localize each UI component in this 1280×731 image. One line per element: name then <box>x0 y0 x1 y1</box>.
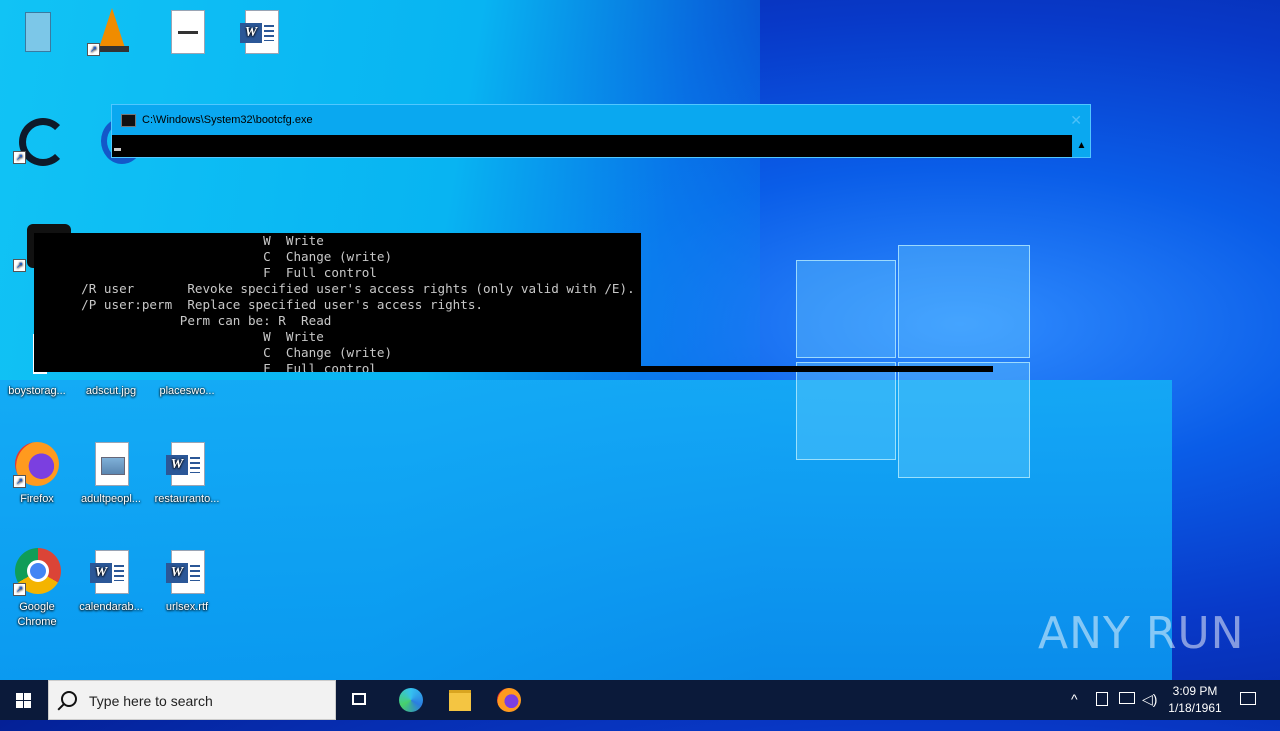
network-icon[interactable] <box>1119 692 1135 704</box>
console-app-icon <box>121 114 136 127</box>
start-button[interactable] <box>0 680 48 720</box>
desktop-icon-adultpeopl[interactable]: adultpeopl... <box>74 440 148 507</box>
desktop-icon-ccleaner[interactable]: ↗ <box>0 116 74 168</box>
network-settings-icon[interactable] <box>1096 692 1108 706</box>
window-title: C:\Windows\System32\bootcfg.exe <box>142 114 313 126</box>
image-file-icon <box>87 440 135 488</box>
shortcut-arrow-icon: ↗ <box>13 259 26 272</box>
console-cursor <box>114 148 121 151</box>
taskbar-firefox-button[interactable] <box>484 680 532 720</box>
search-placeholder: Type here to search <box>89 693 213 709</box>
clock-date: 1/18/1961 <box>1168 701 1222 715</box>
vlc-cone-icon: ↗ <box>87 8 135 56</box>
firefox-icon: ↗ <box>13 440 61 488</box>
scroll-up-button[interactable]: ▲ <box>1073 135 1090 157</box>
task-view-icon <box>352 693 366 705</box>
taskbar: Type here to search ^ ◁) 3:09 PM 1/18/19… <box>0 680 1280 720</box>
bootcfg-window[interactable]: C:\Windows\System32\bootcfg.exe ✕ ▲ <box>111 104 1091 158</box>
console-edge-strip <box>641 366 993 372</box>
window-titlebar[interactable]: C:\Windows\System32\bootcfg.exe ✕ <box>112 105 1090 135</box>
shortcut-arrow-icon: ↗ <box>13 151 26 164</box>
desktop-icon-chrome[interactable]: ↗ Google Chrome <box>0 548 74 630</box>
notifications-icon[interactable] <box>1240 692 1256 705</box>
taskbar-search-box[interactable]: Type here to search <box>48 680 336 720</box>
close-icon[interactable]: ✕ <box>1070 105 1082 135</box>
desktop-icon-firefox[interactable]: ↗ Firefox <box>0 440 74 507</box>
console-output-fragment: W Write C Change (write) F Full control … <box>34 233 641 372</box>
console-area[interactable] <box>112 135 1072 157</box>
desktop-icon-file[interactable] <box>150 8 224 60</box>
word-document-icon: W <box>163 440 211 488</box>
recycle-bin-icon <box>13 8 61 56</box>
taskbar-edge-button[interactable] <box>386 680 434 720</box>
console-text: W Write C Change (write) F Full control … <box>81 233 635 372</box>
desktop-icon-restauranto[interactable]: W restauranto... <box>150 440 224 507</box>
desktop-icon-recycle-bin[interactable] <box>0 8 74 60</box>
anyrun-watermark: ANY RUN <box>1038 608 1245 659</box>
search-icon <box>61 691 77 707</box>
file-icon <box>163 8 211 56</box>
taskbar-explorer-button[interactable] <box>436 680 484 720</box>
word-document-icon: W <box>163 548 211 596</box>
windows-logo-wallpaper <box>796 240 1030 480</box>
edge-icon <box>399 688 423 712</box>
shortcut-arrow-icon: ↗ <box>13 583 26 596</box>
desktop-icon-word-doc[interactable]: W <box>224 8 298 60</box>
desktop-icon-urlsex[interactable]: W urlsex.rtf <box>150 548 224 615</box>
desktop-icon-calendarab[interactable]: W calendarab... <box>74 548 148 615</box>
chrome-icon: ↗ <box>13 548 61 596</box>
shortcut-arrow-icon: ↗ <box>87 43 100 56</box>
desktop: ↗ W ↗ ↗ boystorag... adscut.jpg placeswo… <box>0 0 1280 680</box>
folder-icon <box>449 690 471 711</box>
volume-icon[interactable]: ◁) <box>1142 691 1157 731</box>
shortcut-arrow-icon: ↗ <box>13 475 26 488</box>
firefox-icon <box>497 688 521 712</box>
chevron-up-icon[interactable]: ^ <box>1071 691 1078 731</box>
clock-time: 3:09 PM <box>1172 684 1218 698</box>
task-view-button[interactable] <box>336 680 384 720</box>
ccleaner-icon: ↗ <box>13 116 67 166</box>
desktop-icon-vlc[interactable]: ↗ <box>74 8 148 60</box>
word-document-icon: W <box>237 8 285 56</box>
taskbar-clock[interactable]: 3:09 PM 1/18/1961 <box>1162 683 1228 717</box>
word-document-icon: W <box>87 548 135 596</box>
